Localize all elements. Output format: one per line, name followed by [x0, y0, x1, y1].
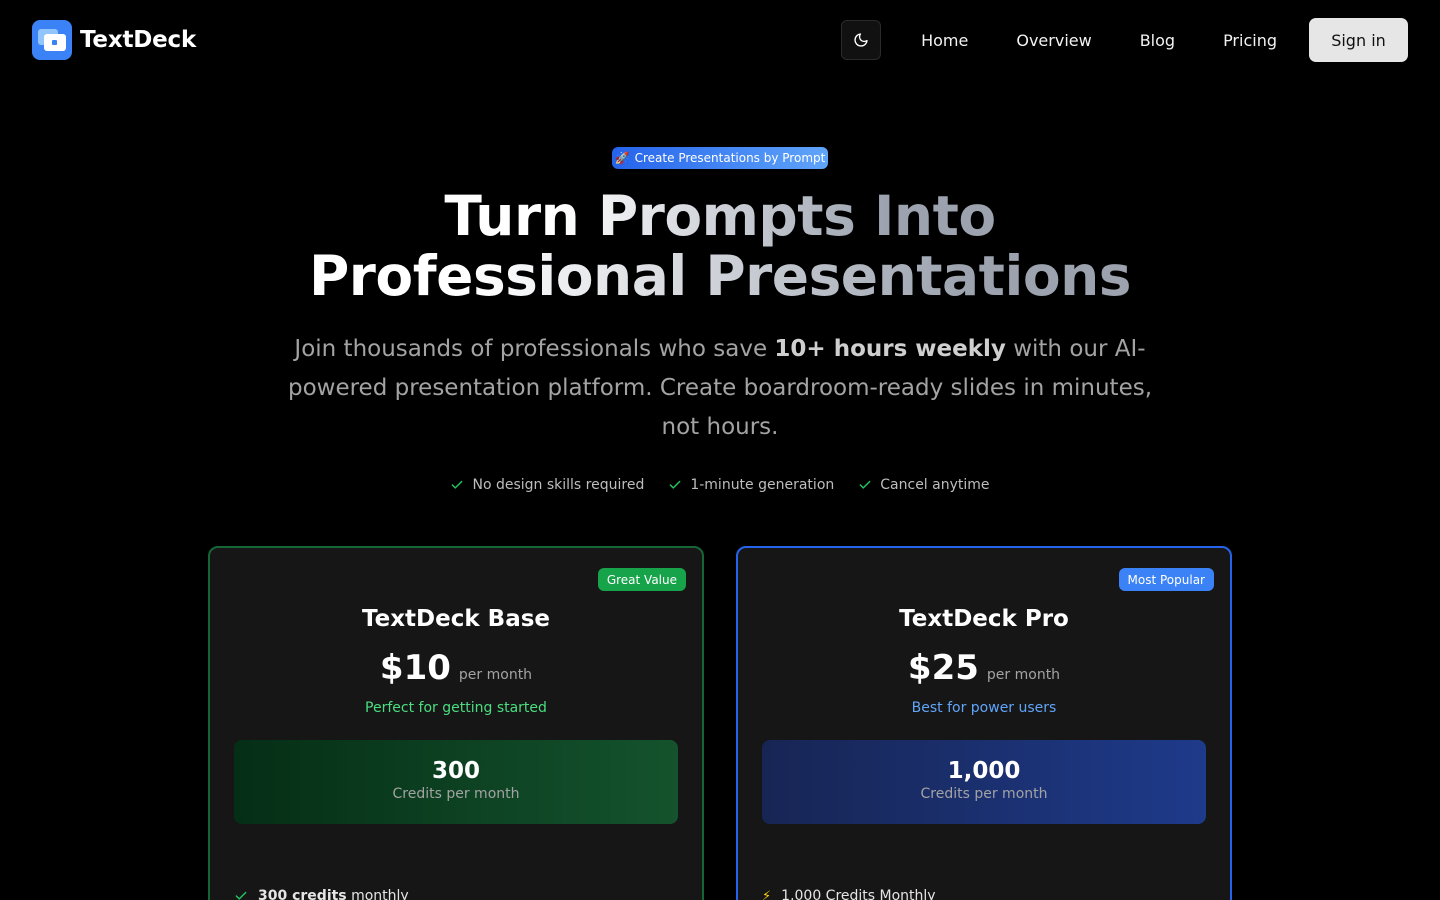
textdeck-logo-icon: [32, 20, 72, 60]
credits-label: Credits per month: [920, 786, 1048, 802]
plan-tagline: Perfect for getting started: [365, 700, 547, 716]
credits-label: Credits per month: [392, 786, 520, 802]
benefit-item: 1-minute generation: [668, 477, 834, 493]
plan-card-pro[interactable]: Most Popular TextDeck Pro $25 per month …: [736, 546, 1232, 900]
plan-name: TextDeck Base: [361, 606, 551, 632]
benefit-item: Cancel anytime: [858, 477, 990, 493]
price-row: $10 per month: [210, 648, 702, 688]
theme-toggle-button[interactable]: [841, 20, 882, 60]
hero-subtitle: Join thousands of professionals who save…: [270, 330, 1170, 447]
plan-tagline: Best for power users: [911, 700, 1057, 716]
check-icon: [235, 891, 247, 900]
plan-badge: Most Popular: [1118, 568, 1214, 591]
plan-card-base[interactable]: Great Value TextDeck Base $10 per month …: [208, 546, 704, 900]
nav-link-home[interactable]: Home: [897, 31, 992, 50]
nav-link-pricing[interactable]: Pricing: [1199, 31, 1301, 50]
hero-sub-pre: Join thousands of professionals who save: [294, 336, 775, 362]
rocket-icon: 🚀: [614, 151, 630, 165]
hero-sub-bold: 10+ hours weekly: [774, 336, 1006, 362]
feature-text: 300 credits monthly: [258, 888, 409, 900]
nav-right: Home Overview Blog Pricing Sign in: [841, 18, 1408, 62]
check-icon: [669, 480, 681, 489]
benefit-text: No design skills required: [472, 477, 645, 493]
hero-title-line1: Turn Prompts Into: [444, 184, 996, 248]
plan-price: $25: [907, 648, 979, 688]
top-nav: TextDeck Home Overview Blog Pricing Sign…: [0, 0, 1440, 80]
brand-name: TextDeck: [80, 27, 197, 53]
check-icon: [452, 480, 463, 489]
plan-price: $10: [379, 648, 451, 688]
plan-period: per month: [458, 667, 533, 683]
moon-icon: [854, 33, 868, 47]
credits-amount: 1,000: [947, 758, 1021, 784]
sign-in-button[interactable]: Sign in: [1309, 18, 1408, 62]
feature-bold: 300 credits: [258, 888, 347, 900]
hero-pill-badge: 🚀 Create Presentations by Prompt: [612, 147, 828, 169]
hero-pill-text: Create Presentations by Prompt: [634, 151, 826, 165]
benefit-text: Cancel anytime: [880, 477, 990, 493]
plan-badge: Great Value: [597, 568, 686, 591]
plan-feature: 300 credits monthly: [234, 888, 409, 900]
plan-name: TextDeck Pro: [899, 606, 1069, 632]
lightning-icon: ⚡: [762, 888, 772, 900]
feature-rest: monthly: [346, 888, 409, 900]
hero-benefits: No design skills required 1-minute gener…: [0, 477, 1440, 493]
plan-feature: ⚡ 1,000 Credits Monthly: [762, 888, 936, 900]
nav-link-blog[interactable]: Blog: [1116, 31, 1199, 50]
credits-amount: 300: [431, 758, 480, 784]
feature-text: 1,000 Credits Monthly: [781, 888, 936, 900]
check-icon: [859, 480, 871, 489]
hero-title-line2: Professional Presentations: [309, 244, 1132, 308]
nav-link-overview[interactable]: Overview: [992, 31, 1115, 50]
price-row: $25 per month: [738, 648, 1230, 688]
credits-box: 1,000 Credits per month: [762, 740, 1206, 824]
credits-box: 300 Credits per month: [234, 740, 678, 824]
plan-period: per month: [986, 667, 1061, 683]
benefit-text: 1-minute generation: [690, 477, 835, 493]
brand[interactable]: TextDeck: [32, 20, 196, 60]
hero-title: Turn Prompts Into Professional Presentat…: [0, 186, 1440, 306]
benefit-item: No design skills required: [450, 477, 644, 493]
